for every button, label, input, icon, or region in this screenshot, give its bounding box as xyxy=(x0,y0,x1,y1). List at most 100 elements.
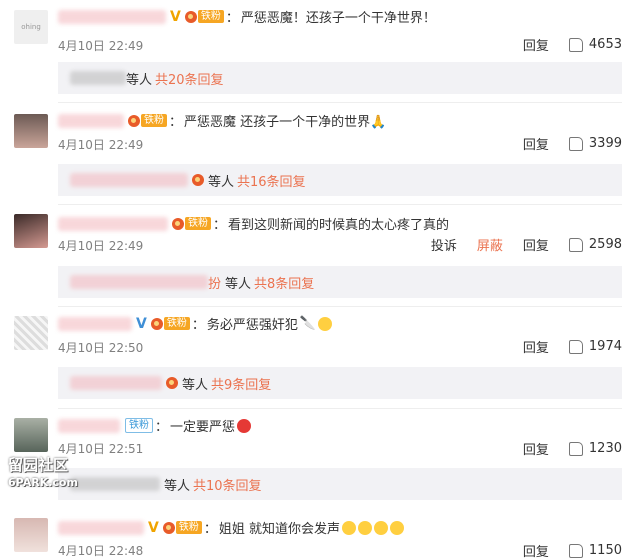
comment-time: 4月10日 22:50 xyxy=(58,341,144,355)
username-blurred[interactable] xyxy=(58,316,132,331)
verified-icon: V xyxy=(170,8,181,25)
reply-button[interactable]: 回复 xyxy=(523,235,549,254)
reply-button[interactable]: 回复 xyxy=(523,541,549,560)
thumbs-up-icon xyxy=(568,339,583,354)
block-button[interactable]: 屏蔽 xyxy=(477,235,503,254)
comment-header: 铁粉 ： 严惩恶魔 还孩子一个干净的世界🙏 xyxy=(58,111,386,130)
thumbs-up-icon xyxy=(568,136,583,151)
comment-text: 务必严惩强奸犯 xyxy=(206,318,298,333)
fan-badge: 铁粉 xyxy=(150,317,190,330)
thinking-emoji-icon xyxy=(318,316,333,331)
comment-header: V 铁粉 ： 严惩恶魔！还孩子一个干净世界！ xyxy=(58,7,436,26)
thumbs-up-icon xyxy=(568,37,583,52)
heart-icon xyxy=(150,317,163,330)
watermark-url: 6PARK.com xyxy=(8,476,78,489)
heart-icon xyxy=(172,217,184,230)
comment-header: V 铁粉 ： 姐姐 就知道你会发声 xyxy=(58,518,404,537)
like-button[interactable]: 1230 xyxy=(568,441,622,456)
angry-emoji-icon xyxy=(237,418,252,433)
crying-emoji-icon xyxy=(374,520,388,535)
fan-badge: 铁粉 xyxy=(128,114,167,127)
verified-icon: V xyxy=(148,519,159,536)
like-button[interactable]: 3399 xyxy=(568,136,622,151)
comment-time: 4月10日 22:49 xyxy=(58,239,144,253)
like-button[interactable]: 1974 xyxy=(568,339,622,354)
reply-count-link[interactable]: 共10条回复 xyxy=(193,475,262,494)
comment-actions: 回复 1974 xyxy=(503,337,622,356)
fan-badge: 铁粉 xyxy=(124,418,153,433)
comment-text: 看到这则新闻的时候真的太心疼了真的 xyxy=(228,218,450,233)
comment-text: 姐姐 就知道你会发声 xyxy=(218,522,340,537)
avatar[interactable] xyxy=(14,114,48,148)
reply-users-blurred xyxy=(70,71,126,85)
reply-users-blurred xyxy=(70,173,188,187)
sub-replies[interactable]: 等人 共20条回复 xyxy=(58,62,622,94)
comment-header: 铁粉 ： 看到这则新闻的时候真的太心疼了真的 xyxy=(58,214,449,233)
thumbs-up-icon xyxy=(568,543,583,558)
heart-icon xyxy=(192,174,204,186)
fan-badge: 铁粉 xyxy=(162,521,202,534)
username-blurred[interactable] xyxy=(58,520,144,535)
comment-time: 4月10日 22:51 xyxy=(58,442,144,456)
comment: 铁粉 ： 一定要严惩 4月10日 22:51 回复 1230 等人 共10条回复 xyxy=(0,408,640,503)
divider xyxy=(58,306,622,307)
username-blurred[interactable] xyxy=(58,216,168,231)
avatar[interactable]: ohing xyxy=(14,10,48,44)
reply-button[interactable]: 回复 xyxy=(523,134,549,153)
knife-icon: 🔪 xyxy=(299,316,317,331)
heart-icon xyxy=(184,10,197,23)
comment-actions: 回复 1230 xyxy=(503,439,622,458)
comment-actions: 回复 1150 xyxy=(503,541,622,560)
avatar[interactable] xyxy=(14,214,48,248)
reply-button[interactable]: 回复 xyxy=(523,337,549,356)
reply-users-blurred xyxy=(70,376,162,390)
divider xyxy=(58,204,622,205)
fan-badge xyxy=(166,377,178,389)
comment-actions: 投诉 屏蔽 回复 2598 xyxy=(411,235,622,254)
like-button[interactable]: 4653 xyxy=(568,37,622,52)
username-blurred[interactable] xyxy=(58,9,166,24)
comment-header: V 铁粉 ： 务必严惩强奸犯 🔪 xyxy=(58,314,333,333)
comment: V 铁粉 ： 姐姐 就知道你会发声 4月10日 22:48 回复 1150 xyxy=(0,508,640,560)
like-button[interactable]: 2598 xyxy=(568,237,622,252)
username-blurred[interactable] xyxy=(58,418,120,433)
verified-icon: V xyxy=(136,315,147,332)
heart-icon xyxy=(162,521,175,534)
sub-replies[interactable]: 等人 共16条回复 xyxy=(58,164,622,196)
heart-icon xyxy=(128,114,140,127)
comment: ohing V 铁粉 ： 严惩恶魔！还孩子一个干净世界！ 4月10日 22:49… xyxy=(0,0,640,95)
avatar[interactable] xyxy=(14,316,48,350)
comment-text: 严惩恶魔 还孩子一个干净的世界🙏 xyxy=(184,115,387,130)
thumbs-up-icon xyxy=(568,237,583,252)
comment-text: 严惩恶魔！还孩子一个干净世界！ xyxy=(240,11,436,26)
username-blurred[interactable] xyxy=(58,113,124,128)
fan-badge: 铁粉 xyxy=(184,10,224,23)
sub-replies[interactable]: 扮 等人 共8条回复 xyxy=(58,266,622,298)
comment: 铁粉 ： 严惩恶魔 还孩子一个干净的世界🙏 4月10日 22:49 回复 339… xyxy=(0,102,640,197)
comment-header: 铁粉 ： 一定要严惩 xyxy=(58,416,252,435)
comment: V 铁粉 ： 务必严惩强奸犯 🔪 4月10日 22:50 回复 1974 等人 … xyxy=(0,306,640,401)
thumbs-up-icon xyxy=(568,441,583,456)
comment-actions: 回复 3399 xyxy=(503,134,622,153)
thumbs-up-emoji-icon xyxy=(358,520,372,535)
reply-count-link[interactable]: 共16条回复 xyxy=(237,171,306,190)
avatar[interactable] xyxy=(14,418,48,452)
reply-button[interactable]: 回复 xyxy=(523,439,549,458)
sub-replies[interactable]: 等人 共9条回复 xyxy=(58,367,622,399)
divider xyxy=(58,408,622,409)
sub-replies[interactable]: 等人 共10条回复 xyxy=(58,468,622,500)
reply-count-link[interactable]: 共8条回复 xyxy=(254,273,314,292)
report-button[interactable]: 投诉 xyxy=(431,235,457,254)
reply-count-link[interactable]: 共9条回复 xyxy=(211,374,271,393)
heart-icon xyxy=(166,377,178,389)
comment-text: 一定要严惩 xyxy=(170,420,236,435)
comment-actions: 回复 4653 xyxy=(503,35,622,54)
like-button[interactable]: 1150 xyxy=(568,543,622,558)
reply-button[interactable]: 回复 xyxy=(523,35,549,54)
comment-time: 4月10日 22:49 xyxy=(58,138,144,152)
reply-users-blurred xyxy=(70,275,208,289)
reply-users-blurred xyxy=(70,477,160,491)
comment-time: 4月10日 22:48 xyxy=(58,544,144,558)
reply-count-link[interactable]: 共20条回复 xyxy=(155,69,224,88)
avatar[interactable] xyxy=(14,518,48,552)
